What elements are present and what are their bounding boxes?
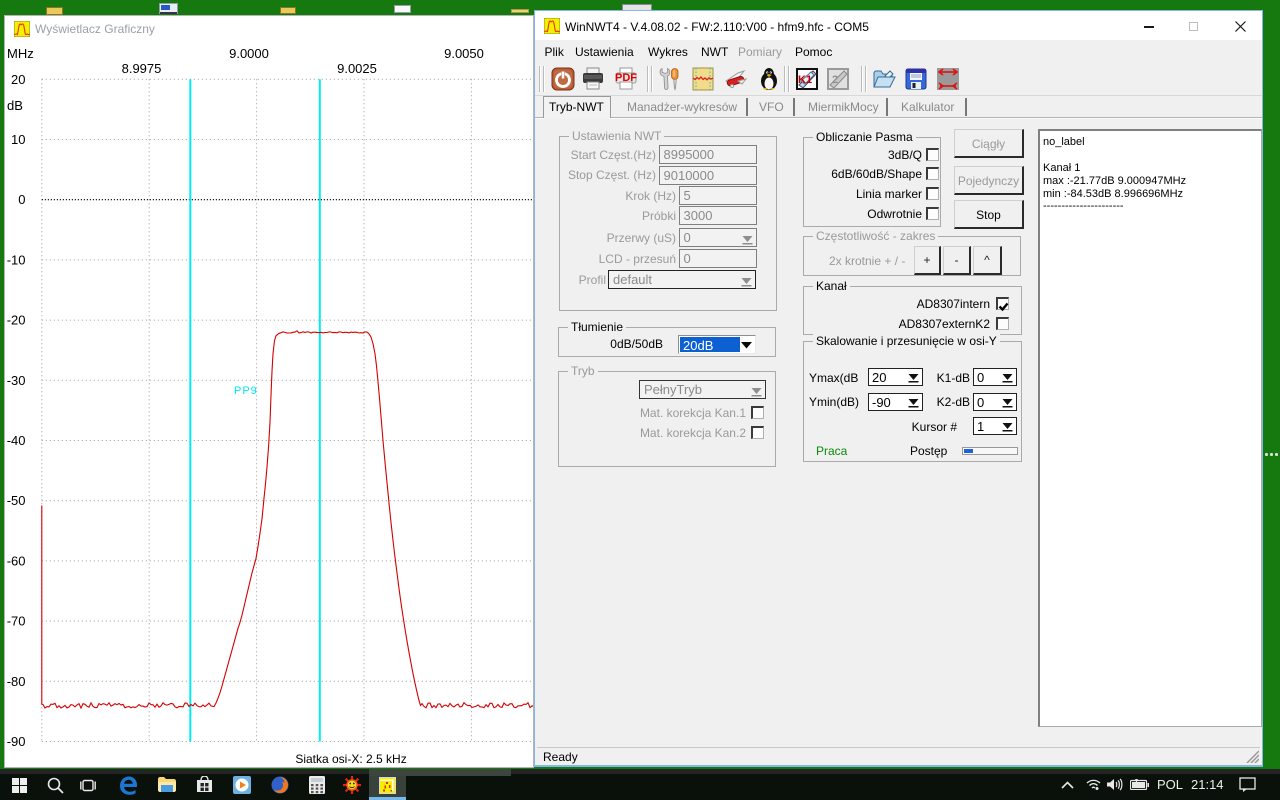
svg-text:-20: -20 (7, 313, 26, 328)
svg-text:-10: -10 (7, 252, 26, 267)
svg-text:8.9975: 8.9975 (122, 61, 162, 76)
svg-text:-90: -90 (7, 734, 26, 749)
svg-text:-70: -70 (7, 614, 26, 629)
svg-text:PDF: PDF (615, 72, 637, 84)
svg-text:-60: -60 (7, 553, 26, 568)
svg-text:9.0025: 9.0025 (337, 61, 377, 76)
svg-text:0: 0 (18, 192, 25, 207)
svg-text:Siatka osi-X: 2.5 kHz: Siatka osi-X: 2.5 kHz (295, 752, 406, 766)
svg-text:K1: K1 (798, 74, 812, 86)
svg-text:-40: -40 (7, 433, 26, 448)
svg-text:-80: -80 (7, 674, 26, 689)
svg-text:-50: -50 (7, 493, 26, 508)
svg-text:MHz: MHz (7, 46, 34, 61)
svg-text:dB: dB (7, 98, 23, 113)
svg-text:2: 2 (832, 74, 838, 86)
svg-text:10: 10 (11, 132, 25, 147)
svg-text:9.0000: 9.0000 (229, 46, 269, 61)
svg-text:-30: -30 (7, 373, 26, 388)
svg-text:PP9: PP9 (234, 385, 258, 397)
svg-text:9.0050: 9.0050 (444, 46, 484, 61)
svg-text:20: 20 (11, 72, 25, 87)
